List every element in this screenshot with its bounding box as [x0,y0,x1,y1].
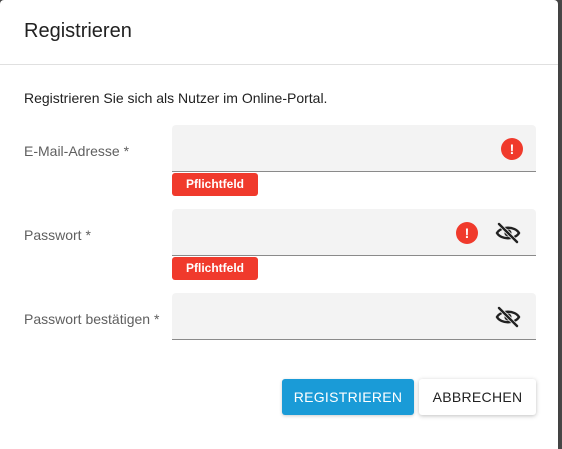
eye-off-icon[interactable] [495,222,521,244]
register-button[interactable]: REGISTRIEREN [282,379,414,415]
eye-off-icon[interactable] [495,306,521,328]
password-field-container[interactable]: ! [172,209,536,256]
email-label: E-Mail-Adresse * [24,143,130,159]
dialog-title: Registrieren [24,20,132,42]
error-icon: ! [456,222,478,244]
error-icon: ! [501,138,523,160]
email-required-badge: Pflichtfeld [172,173,258,196]
header-divider [0,64,558,65]
email-field-container[interactable]: ! [172,125,536,172]
register-dialog: Registrieren Registrieren Sie sich als N… [0,0,558,449]
password-confirm-label: Passwort bestätigen * [24,311,160,327]
password-required-badge: Pflichtfeld [172,257,258,280]
password-confirm-field-container[interactable] [172,293,536,340]
cancel-button[interactable]: ABBRECHEN [419,379,536,415]
password-label: Passwort * [24,227,91,243]
password-confirm-field[interactable] [184,303,448,331]
email-field[interactable] [184,135,448,163]
intro-text: Registrieren Sie sich als Nutzer im Onli… [24,90,328,106]
password-field[interactable] [184,219,448,247]
